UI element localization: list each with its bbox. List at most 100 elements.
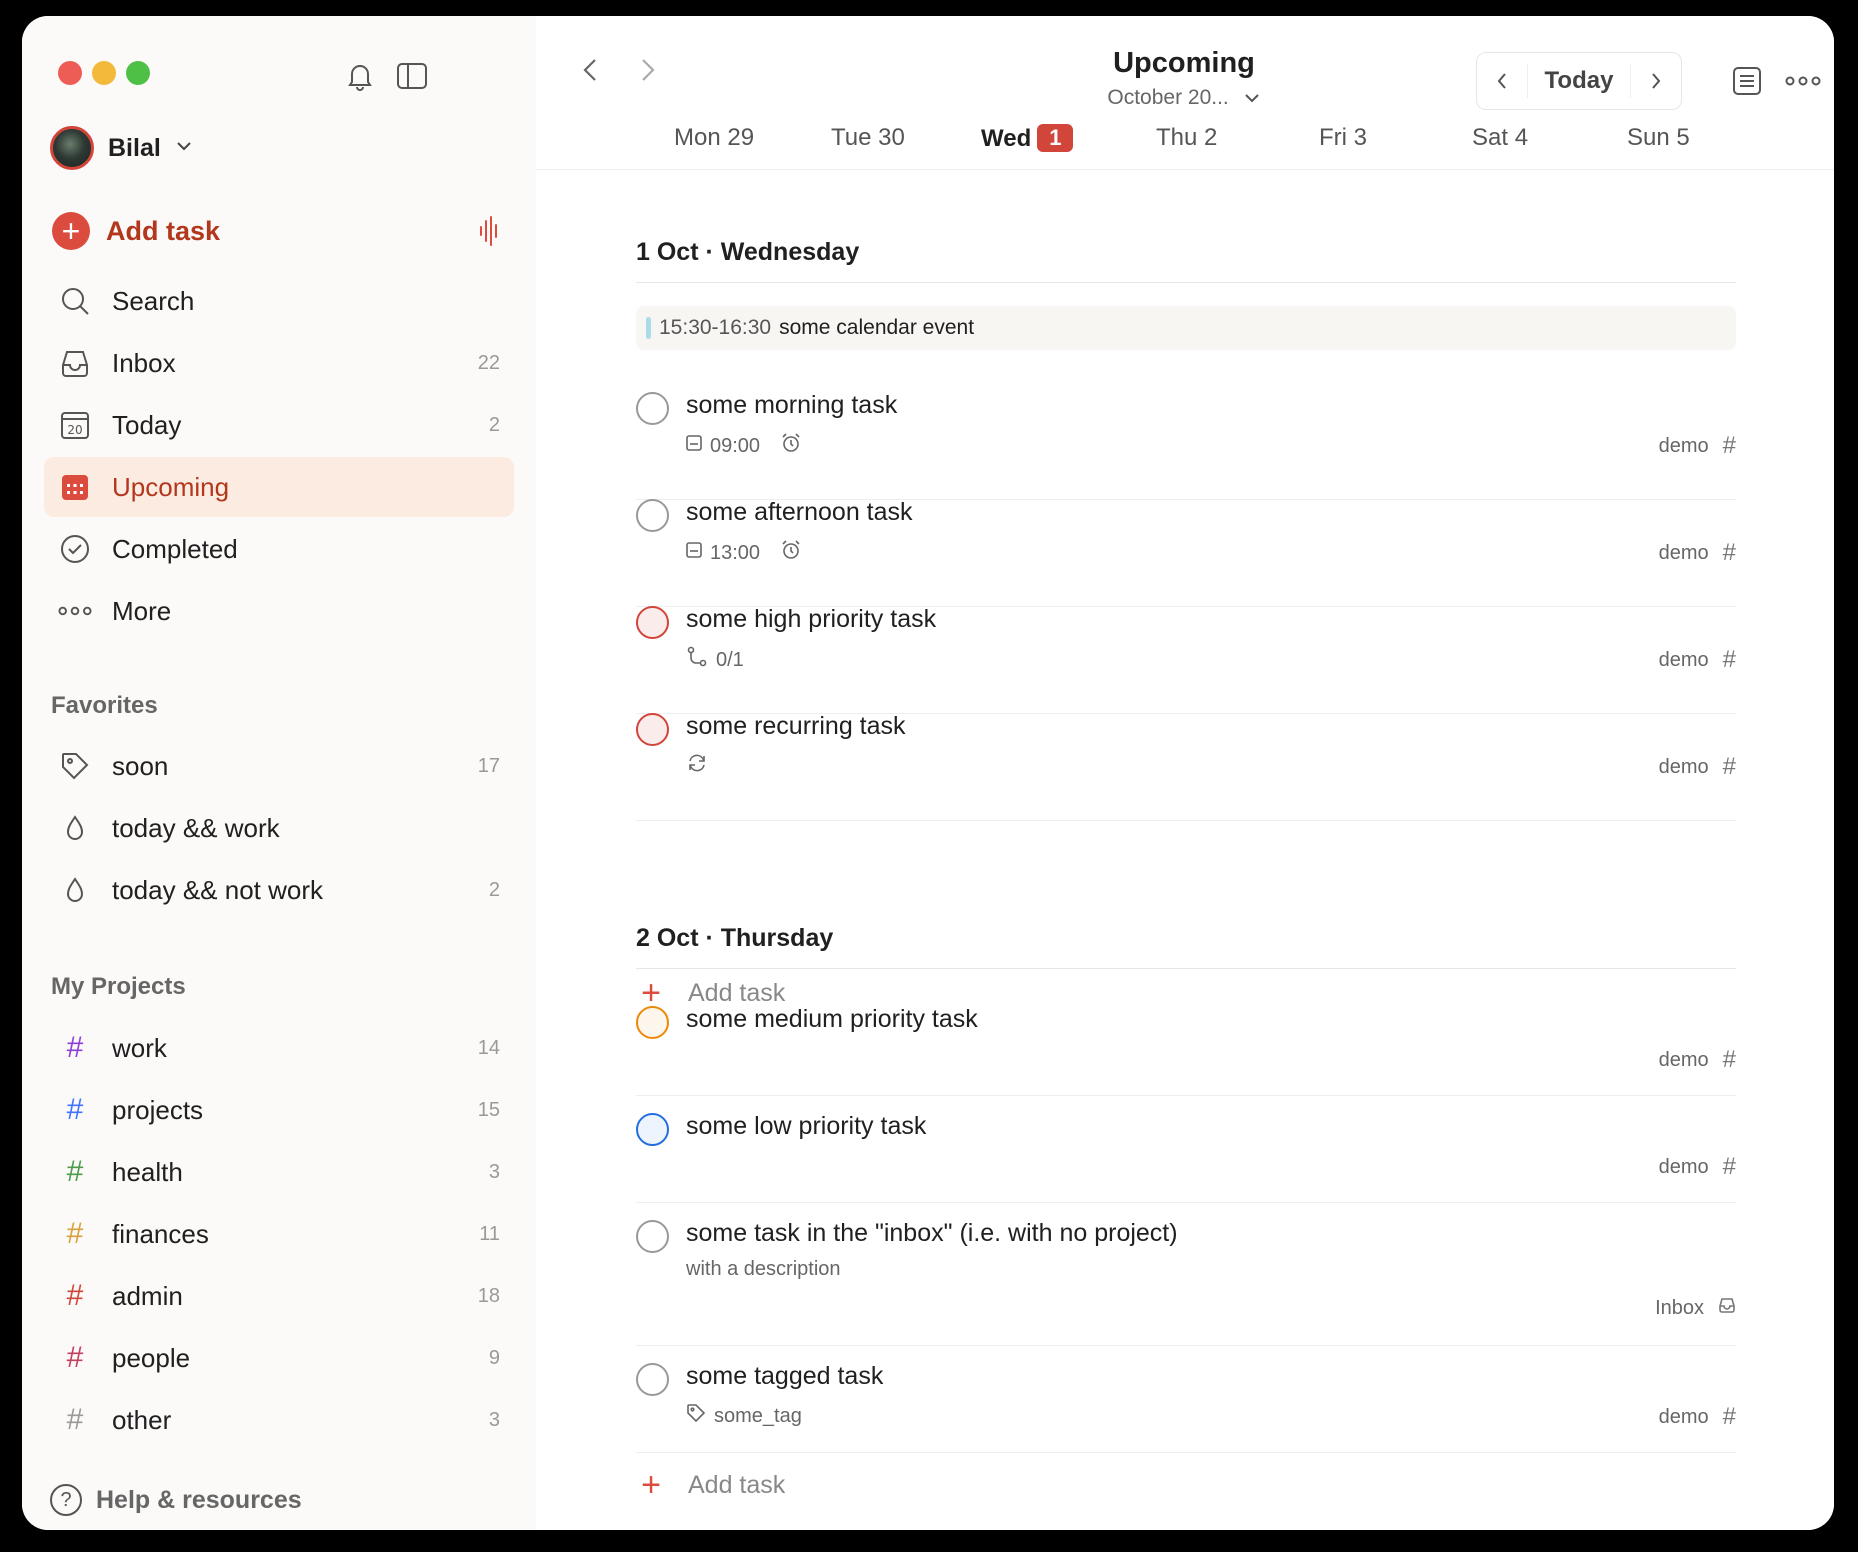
task-checkbox[interactable] xyxy=(636,1363,669,1396)
favorite-item-today-and-not-work[interactable]: today && not work 2 xyxy=(44,860,514,920)
nav-item-upcoming[interactable]: Upcoming xyxy=(44,457,514,517)
plus-icon: + xyxy=(641,1466,661,1504)
task-project[interactable]: demo # xyxy=(1659,646,1736,674)
calendar-event[interactable]: 15:30-16:30 some calendar event xyxy=(636,306,1736,350)
task-item[interactable]: some morning task 09:00 demo # xyxy=(636,391,1736,500)
user-menu[interactable]: Bilal xyxy=(50,126,193,170)
nav-item-search[interactable]: Search xyxy=(44,271,514,331)
task-project[interactable]: demo # xyxy=(1659,539,1736,567)
task-checkbox-priority-3[interactable] xyxy=(636,1113,669,1146)
help-label: Help & resources xyxy=(96,1485,302,1514)
nav-item-more[interactable]: More xyxy=(44,581,514,641)
calendar-today-icon: 20 xyxy=(58,408,92,442)
project-name: demo xyxy=(1658,541,1709,564)
task-item[interactable]: some afternoon task 13:00 demo # xyxy=(636,498,1736,607)
nav-item-today[interactable]: 20 Today 2 xyxy=(44,395,514,455)
view-options-icon[interactable] xyxy=(1728,62,1766,100)
task-title: some low priority task xyxy=(686,1112,927,1140)
nav-label: Completed xyxy=(112,533,238,564)
previous-week-button[interactable] xyxy=(1477,53,1527,109)
add-task-inline-button[interactable]: + Add task xyxy=(636,1468,785,1502)
task-checkbox[interactable] xyxy=(636,499,669,532)
nav-item-inbox[interactable]: Inbox 22 xyxy=(44,333,514,393)
task-project[interactable]: demo # xyxy=(1659,1153,1736,1181)
nav-label: work xyxy=(112,1032,167,1063)
nav-label: Search xyxy=(112,285,195,316)
nav-label: More xyxy=(112,595,172,626)
task-project[interactable]: demo # xyxy=(1659,753,1736,781)
favorite-item-today-and-work[interactable]: today && work xyxy=(44,798,514,858)
task-item[interactable]: some recurring task demo # xyxy=(636,712,1736,821)
favorite-item-soon[interactable]: soon 17 xyxy=(44,736,514,796)
favorites-heading[interactable]: Favorites xyxy=(51,692,158,720)
task-item[interactable]: some tagged task some_tag demo # xyxy=(636,1362,1736,1471)
task-meta: 0/1 xyxy=(686,646,744,674)
voice-waveform-icon[interactable] xyxy=(472,212,506,250)
hash-icon: # xyxy=(66,1093,84,1126)
project-item-health[interactable]: # health 3 xyxy=(44,1142,514,1202)
sidebar: Bilal + Add task Search Inbox 22 20 Toda… xyxy=(22,16,536,1530)
nav-label: other xyxy=(112,1404,172,1435)
inbox-icon xyxy=(58,346,92,380)
task-project[interactable]: demo # xyxy=(1659,432,1736,460)
day-tab-tue[interactable]: Tue 30 xyxy=(831,124,905,152)
day-label: Tue 30 xyxy=(831,124,905,151)
nav-count: 11 xyxy=(479,1222,500,1245)
project-item-projects[interactable]: # projects 15 xyxy=(44,1080,514,1140)
task-item[interactable]: some low priority task demo # xyxy=(636,1112,1736,1221)
tag-icon xyxy=(58,749,92,783)
next-week-button[interactable] xyxy=(1631,53,1681,109)
project-item-work[interactable]: # work 14 xyxy=(44,1018,514,1078)
project-item-finances[interactable]: # finances 11 xyxy=(44,1204,514,1264)
project-item-other[interactable]: # other 3 xyxy=(44,1390,514,1450)
bell-icon[interactable] xyxy=(340,56,380,96)
task-checkbox-priority-1[interactable] xyxy=(636,713,669,746)
project-item-people[interactable]: # people 9 xyxy=(44,1328,514,1388)
day-tab-fri[interactable]: Fri 3 xyxy=(1319,124,1367,152)
project-name: demo xyxy=(1658,648,1709,671)
week-day-strip: Mon 29 Tue 30 Wed 1 Thu 2 Fri 3 Sat 4 Sun… xyxy=(616,124,1690,164)
recurring-icon xyxy=(686,753,708,779)
my-projects-heading[interactable]: My Projects xyxy=(51,973,186,1001)
close-window-button[interactable] xyxy=(58,61,82,85)
plus-icon: + xyxy=(641,974,661,1012)
subtask-count: 0/1 xyxy=(716,648,744,671)
task-project[interactable]: demo # xyxy=(1659,1403,1736,1431)
nav-count: 9 xyxy=(488,1346,500,1369)
nav-item-completed[interactable]: Completed xyxy=(44,519,514,579)
day-tab-thu[interactable]: Thu 2 xyxy=(1156,124,1217,152)
minimize-window-button[interactable] xyxy=(92,61,116,85)
task-checkbox[interactable] xyxy=(636,392,669,425)
sidebar-toggle-icon[interactable] xyxy=(392,56,432,96)
task-project[interactable]: Inbox xyxy=(1655,1296,1736,1320)
task-item[interactable]: some task in the "inbox" (i.e. with no p… xyxy=(636,1219,1736,1362)
more-options-icon[interactable] xyxy=(1782,62,1824,100)
day-tab-mon[interactable]: Mon 29 xyxy=(674,124,754,152)
day-tab-sat[interactable]: Sat 4 xyxy=(1472,124,1528,152)
task-meta xyxy=(686,753,708,779)
help-resources-button[interactable]: ? Help & resources xyxy=(50,1484,302,1516)
task-item[interactable]: some medium priority task demo # xyxy=(636,1005,1736,1114)
nav-count: 22 xyxy=(477,351,500,374)
zoom-window-button[interactable] xyxy=(126,61,150,85)
task-title: some recurring task xyxy=(686,712,906,740)
task-checkbox-priority-1[interactable] xyxy=(636,606,669,639)
day-tab-wed[interactable]: Wed 1 xyxy=(981,124,1074,153)
project-item-admin[interactable]: # admin 18 xyxy=(44,1266,514,1326)
nav-count: 15 xyxy=(477,1098,500,1121)
divider xyxy=(636,968,1736,969)
task-item[interactable]: some high priority task 0/1 demo # xyxy=(636,605,1736,714)
hash-icon: # xyxy=(66,1031,84,1064)
task-project[interactable]: demo # xyxy=(1659,1046,1736,1074)
day-label: Sat 4 xyxy=(1472,124,1529,151)
task-checkbox[interactable] xyxy=(636,1220,669,1253)
task-checkbox-priority-2[interactable] xyxy=(636,1006,669,1039)
tag-icon xyxy=(686,1403,706,1429)
day-tab-sun[interactable]: Sun 5 xyxy=(1627,124,1690,152)
add-task-button[interactable]: + Add task xyxy=(52,212,220,250)
task-tag[interactable]: some_tag xyxy=(714,1405,802,1428)
divider xyxy=(636,1452,1736,1453)
more-dots-icon xyxy=(58,594,92,628)
hash-icon: # xyxy=(66,1279,84,1312)
today-button[interactable]: Today xyxy=(1527,64,1631,98)
